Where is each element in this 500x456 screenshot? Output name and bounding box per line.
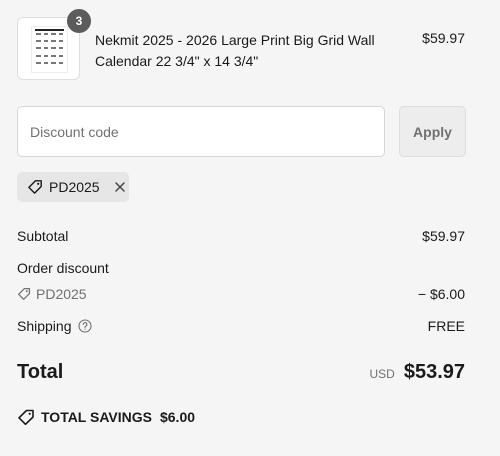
total-savings: TOTAL SAVINGS $6.00 <box>17 409 195 425</box>
shipping-label: Shipping <box>17 318 72 334</box>
subtotal-label: Subtotal <box>17 228 69 244</box>
discount-code-text: PD2025 <box>36 286 87 302</box>
discount-value: − $6.00 <box>417 286 465 302</box>
calendar-image <box>31 26 68 73</box>
total-currency: USD <box>369 367 395 381</box>
shipping-label-group: Shipping <box>17 318 92 334</box>
discount-code-input[interactable] <box>17 106 385 157</box>
total-amount: USD $53.97 <box>369 361 465 384</box>
close-icon[interactable] <box>114 181 126 193</box>
savings-tag-icon <box>17 409 35 425</box>
tag-icon <box>17 287 31 301</box>
savings-value: $6.00 <box>159 409 196 425</box>
discount-code-line: PD2025 <box>17 286 87 302</box>
savings-label: TOTAL SAVINGS <box>41 409 152 425</box>
shipping-value: FREE <box>427 318 465 334</box>
total-label: Total <box>17 361 64 383</box>
tag-icon <box>27 179 43 195</box>
subtotal-value: $59.97 <box>422 228 465 244</box>
question-circle-icon[interactable] <box>77 319 92 333</box>
applied-discount-chip: PD2025 <box>17 172 129 202</box>
product-title: Nekmit 2025 - 2026 Large Print Big Grid … <box>95 32 375 69</box>
total-value: $53.97 <box>403 361 465 383</box>
order-discount-label: Order discount <box>17 260 109 276</box>
apply-button[interactable]: Apply <box>399 106 466 157</box>
quantity-badge: 3 <box>67 9 91 33</box>
applied-code-label: PD2025 <box>49 179 100 195</box>
product-price: $59.97 <box>422 30 465 46</box>
